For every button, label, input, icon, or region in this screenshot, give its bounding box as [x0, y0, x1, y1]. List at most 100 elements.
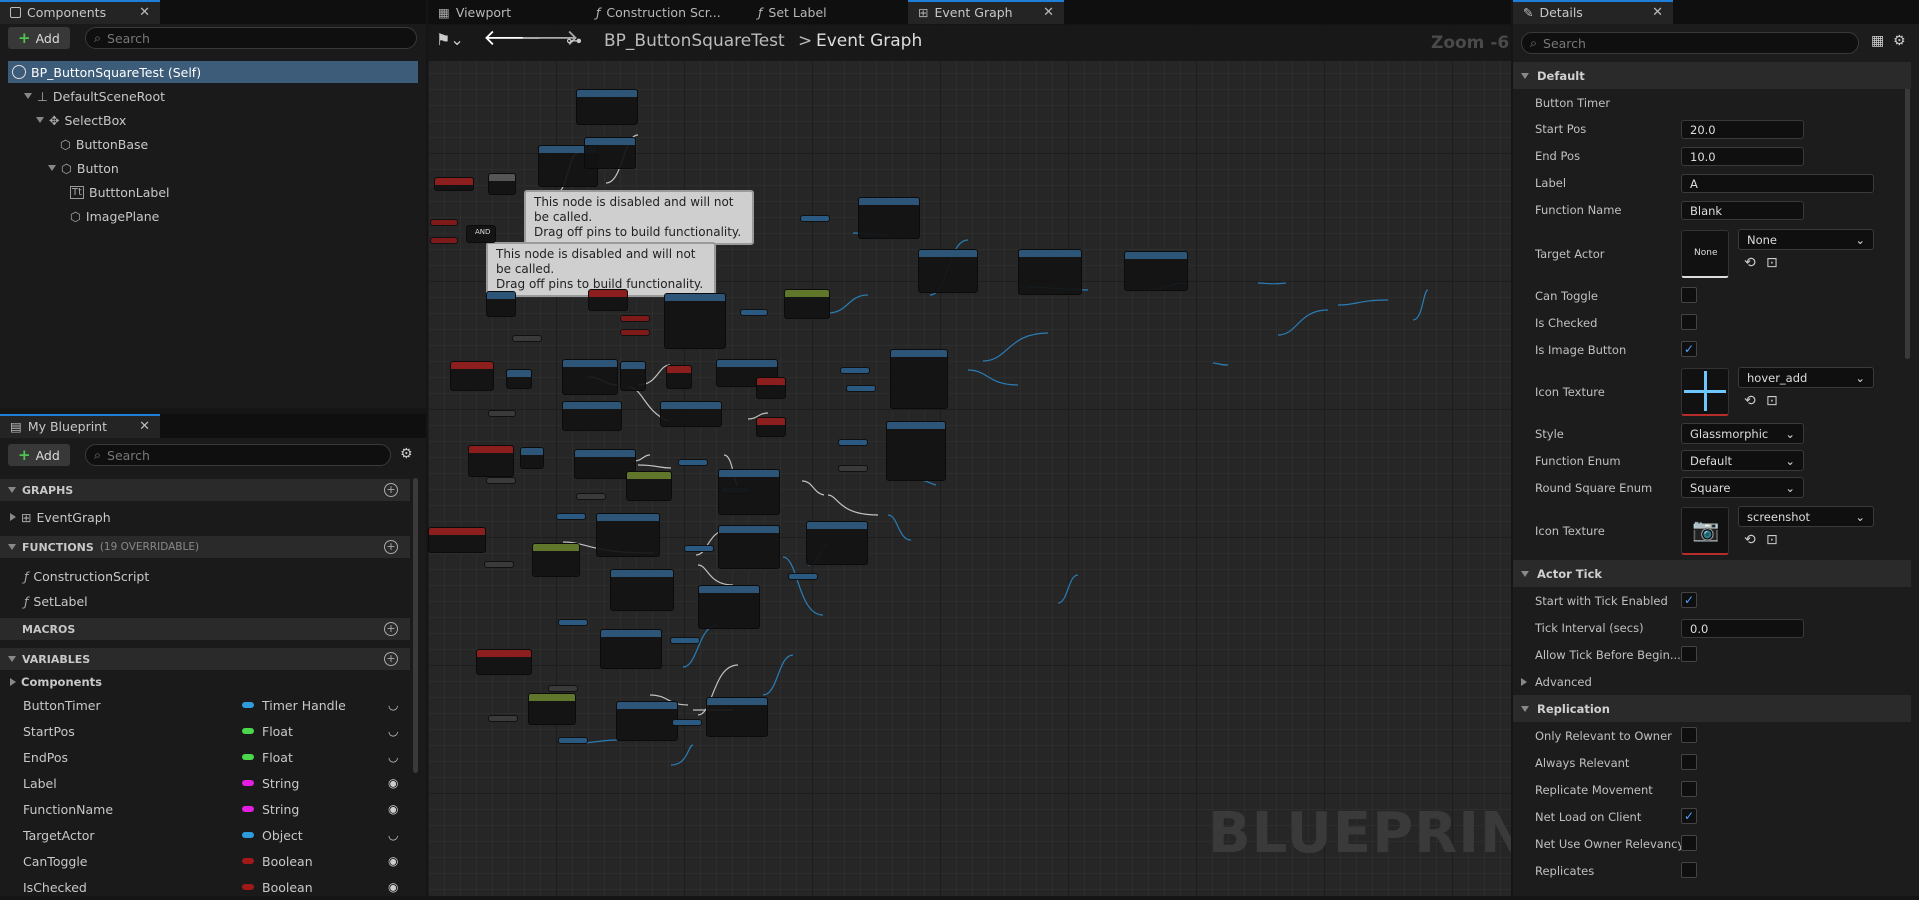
eye-icon[interactable]: ◉ [388, 776, 398, 790]
browse-icon[interactable]: ⊡ [1766, 393, 1778, 409]
graph-node[interactable] [484, 561, 514, 568]
eye-closed-icon[interactable]: ◡ [388, 724, 398, 738]
can-toggle-checkbox[interactable] [1681, 287, 1697, 303]
graph-node[interactable] [576, 493, 606, 500]
tree-item-button[interactable]: ⬡ Button [48, 157, 119, 179]
graph-node[interactable] [548, 685, 578, 692]
variables-section-header[interactable]: VARIABLES [0, 648, 410, 670]
collapse-icon[interactable] [8, 544, 16, 550]
style-dropdown[interactable]: Glassmorphic ⌄ [1681, 423, 1804, 444]
net-use-owner-checkbox[interactable] [1681, 835, 1697, 851]
tree-item-selectbox[interactable]: ✥ SelectBox [36, 109, 126, 131]
variable-row[interactable]: ButtonTimer Timer Handle ◡ [0, 692, 410, 718]
graph-node[interactable] [838, 439, 868, 446]
graph-node[interactable] [562, 401, 622, 431]
graph-node[interactable] [788, 573, 818, 580]
collapse-icon[interactable] [1521, 705, 1529, 712]
replicates-checkbox[interactable] [1681, 862, 1697, 878]
use-selected-icon[interactable]: ⟲ [1744, 532, 1756, 548]
variable-row[interactable]: Label String ◉ [0, 770, 410, 796]
add-member-button[interactable]: + Add [8, 444, 70, 466]
graph-node[interactable] [660, 401, 722, 427]
graph-node[interactable] [718, 469, 780, 515]
graphs-section-header[interactable]: GRAPHS [0, 479, 410, 501]
variable-type[interactable]: Timer Handle [242, 698, 346, 713]
graph-node[interactable] [756, 417, 786, 437]
add-graph-icon[interactable]: + [384, 483, 398, 497]
graph-node[interactable] [596, 513, 660, 557]
tab-details[interactable]: ✎ Details ✕ [1513, 0, 1673, 24]
details-search-input[interactable]: ⌕ Search [1521, 32, 1859, 54]
tree-item-buttonlabel[interactable]: Tt ButttonLabel [70, 181, 170, 203]
is-checked-checkbox[interactable] [1681, 314, 1697, 330]
graph-node[interactable] [806, 521, 868, 565]
prop-advanced[interactable]: Advanced [1513, 668, 1911, 695]
graph-node[interactable] [846, 385, 876, 392]
start-pos-input[interactable]: 20.0 [1681, 120, 1804, 139]
collapse-icon[interactable] [8, 656, 16, 662]
eye-closed-icon[interactable]: ◡ [388, 828, 398, 842]
graph-node[interactable] [588, 289, 628, 311]
only-relevant-checkbox[interactable] [1681, 727, 1697, 743]
function-enum-dropdown[interactable]: Default ⌄ [1681, 450, 1804, 471]
expand-icon[interactable] [10, 513, 16, 521]
function-name-input[interactable]: Blank [1681, 201, 1804, 220]
graph-node[interactable] [670, 637, 700, 644]
graph-node[interactable] [486, 291, 516, 317]
variable-row[interactable]: FunctionName String ◉ [0, 796, 410, 822]
add-function-icon[interactable]: + [384, 540, 398, 554]
use-selected-icon[interactable]: ⟲ [1744, 255, 1756, 271]
graph-node[interactable] [784, 289, 830, 319]
eye-icon[interactable]: ◉ [388, 854, 398, 868]
tab-components[interactable]: Components ✕ [0, 0, 160, 24]
variable-type[interactable]: Boolean [242, 880, 313, 895]
tab-viewport[interactable]: ▦ Viewport [428, 0, 586, 24]
start-with-tick-checkbox[interactable]: ✓ [1681, 592, 1697, 608]
graph-node[interactable] [476, 649, 532, 675]
close-icon[interactable]: ✕ [125, 5, 150, 20]
graph-node[interactable] [756, 377, 786, 399]
components-search-input[interactable]: ⌕ Search [85, 27, 417, 49]
browse-icon[interactable]: ⊡ [1766, 532, 1778, 548]
eye-closed-icon[interactable]: ◡ [388, 750, 398, 764]
graph-node[interactable] [620, 315, 650, 322]
collapse-icon[interactable] [8, 487, 16, 493]
always-relevant-checkbox[interactable] [1681, 754, 1697, 770]
graph-node[interactable] [840, 367, 870, 374]
variable-type[interactable]: Float [242, 750, 293, 765]
label-input[interactable]: A [1681, 174, 1874, 193]
expand-icon[interactable] [10, 678, 16, 686]
graph-node[interactable] [488, 410, 516, 417]
gear-icon[interactable]: ⚙ [1893, 33, 1906, 49]
graph-node[interactable] [800, 215, 830, 222]
graph-node[interactable] [626, 471, 672, 501]
variable-type[interactable]: String [242, 802, 299, 817]
functions-section-header[interactable]: FUNCTIONS (19 OVERRIDABLE) [0, 536, 410, 558]
graph-node[interactable] [450, 361, 494, 391]
graph-node[interactable] [886, 421, 946, 481]
tree-item-imageplane[interactable]: ⬡ ImagePlane [70, 205, 159, 227]
browse-icon[interactable]: ⊡ [1766, 255, 1778, 271]
variable-type[interactable]: Float [242, 724, 293, 739]
round-square-dropdown[interactable]: Square ⌄ [1681, 477, 1804, 498]
replicate-movement-checkbox[interactable] [1681, 781, 1697, 797]
icon-texture-2-dropdown[interactable]: screenshot ⌄ [1738, 506, 1874, 527]
net-load-checkbox[interactable]: ✓ [1681, 808, 1697, 824]
graph-node[interactable] [858, 197, 920, 239]
details-section-actor-tick[interactable]: Actor Tick [1513, 560, 1911, 587]
graph-node[interactable] [890, 349, 948, 409]
graph-node[interactable] [468, 445, 514, 477]
collapse-icon[interactable] [1521, 570, 1529, 577]
add-variable-icon[interactable]: + [384, 652, 398, 666]
graph-node[interactable] [616, 701, 678, 741]
graph-node[interactable] [1124, 251, 1188, 291]
tab-set-label[interactable]: ƒ Set Label [748, 0, 908, 24]
graph-node[interactable] [664, 293, 726, 349]
function-item-constructionscript[interactable]: ƒ ConstructionScript [24, 565, 149, 587]
graph-item-eventgraph[interactable]: ⊞ EventGraph [10, 506, 111, 528]
graph-node[interactable] [576, 89, 638, 125]
graph-node[interactable] [672, 719, 702, 726]
graph-node[interactable] [428, 527, 486, 553]
expand-icon[interactable] [48, 165, 56, 171]
variable-type[interactable]: String [242, 776, 299, 791]
